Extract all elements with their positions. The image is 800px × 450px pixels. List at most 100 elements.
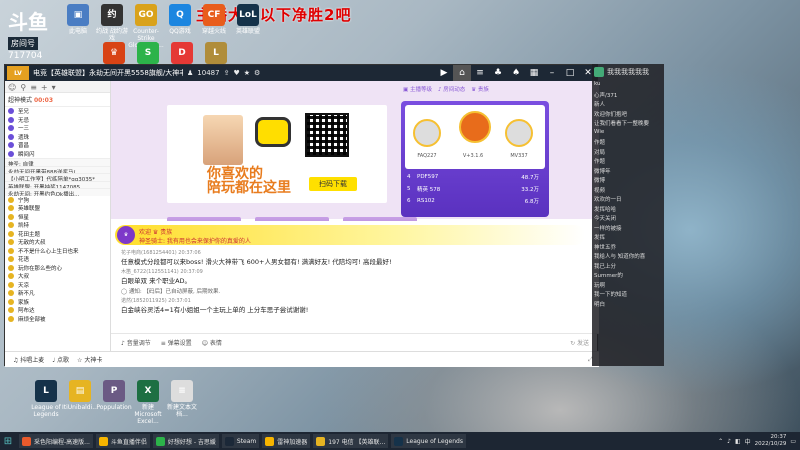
rank-row[interactable]: 4 PDF597 48.7万 [407, 171, 543, 183]
chat-tool-item[interactable]: ☺ 表情 [202, 338, 222, 347]
video-icon[interactable]: ▶ [435, 68, 453, 78]
desktop-icon[interactable]: L League of Legends [28, 380, 64, 418]
announcement-item[interactable]: 【小明工作室】代练陪单*qq3035* [5, 173, 110, 181]
notification-icon[interactable]: ▭ [790, 438, 796, 445]
desktop-icon[interactable]: X 新建 Microsoft Excel... [130, 380, 166, 425]
right-panel-line: 作题 [594, 159, 606, 165]
rank-value: 48.7万 [521, 175, 539, 181]
user-row[interactable]: 花语 [5, 255, 110, 264]
user-row[interactable]: 英雄联盟 [5, 204, 110, 213]
clock[interactable]: 20:37 2022/10/29 [755, 434, 787, 448]
taskbar-app[interactable]: 雷神加速器 [262, 434, 311, 448]
rank-row[interactable]: 6 RS102 6.8万 [407, 195, 543, 207]
promo-card[interactable]: 你喜欢的 陪玩都在这里 扫码下载 [167, 105, 387, 203]
ime-indicator[interactable]: 中 [745, 437, 751, 446]
share-icon[interactable]: ⇪ [224, 69, 230, 77]
rank-value: 6.8万 [524, 199, 539, 205]
user-row[interactable]: 家族 [5, 298, 110, 307]
minimize-icon[interactable]: – [543, 68, 561, 78]
desktop-icon[interactable]: 约约战 战约游戏 [94, 4, 130, 42]
user-row[interactable]: 凯特 [5, 221, 110, 230]
announcement-item[interactable]: 永劫无间: 开黑约色Ok播出... [5, 188, 110, 196]
banner-nav-item[interactable]: ▣ 主播等级 [403, 85, 432, 93]
rank-row[interactable]: 5 精英 578 33.2万 [407, 183, 543, 195]
bottom-bar-item[interactable]: ☆ 大神卡 [77, 355, 102, 364]
user-row[interactable]: 宁狗 [5, 196, 110, 205]
shirt-icon[interactable]: ♠ [507, 68, 525, 78]
vip-row[interactable]: 一三 [5, 124, 110, 133]
desktop-icon[interactable]: CF 穿越火线 [196, 4, 232, 35]
user-row[interactable]: 恒星 [5, 213, 110, 222]
desktop-icon[interactable]: L [198, 42, 234, 66]
send-button[interactable]: ↻ 发送 [570, 338, 589, 347]
desktop-icon[interactable]: Q QQ游戏 [162, 4, 198, 35]
rank-top3: FAQ227 V+3.1.6 MV337 [405, 105, 545, 169]
rank-badge-icon [8, 239, 14, 246]
desktop-icon[interactable]: ♛ [96, 42, 132, 66]
windows-start-icon[interactable]: ⊞ [0, 432, 16, 450]
taskbar-app[interactable]: 采色阳编程-高速版... [19, 434, 93, 448]
desktop-icon[interactable]: LoL 英雄联盟 [230, 4, 266, 35]
vip-row[interactable]: 瞬间闪 [5, 150, 110, 159]
announcement-item[interactable]: 永劫无间开黑带888送奖马( [5, 165, 110, 173]
stream-banner: 你喜欢的 陪玩都在这里 扫码下载 ▣ 主播等级 ♪ 房间动态 ♛ 贵族 FAQ227… [111, 81, 599, 235]
app-icon: D [171, 42, 193, 64]
user-row[interactable]: 新不凡 [5, 289, 110, 298]
user-row[interactable]: 麻烦全部被 [5, 315, 110, 324]
announcement-item[interactable]: 神圣: 自律 [5, 158, 110, 166]
user-row[interactable]: 大叔 [5, 272, 110, 281]
rank-avatar[interactable] [505, 119, 533, 147]
star-icon[interactable]: ★ [244, 69, 250, 77]
banner-nav-item[interactable]: ♛ 贵族 [471, 85, 489, 93]
list-icon[interactable]: ≡ [471, 68, 489, 78]
user-row[interactable]: 玩你在那么些的心 [5, 264, 110, 273]
taskbar-app[interactable]: 好想好想 - 吉思媛 [152, 434, 219, 448]
gamepad-icon[interactable]: ♣ [489, 68, 507, 78]
maximize-icon[interactable]: □ [561, 68, 579, 78]
taskbar-app[interactable]: 斗鱼直播伴侣 [95, 434, 150, 448]
chat-tool-item[interactable]: ≡ 弹幕设置 [161, 338, 192, 347]
vip-rows: 至兄 无忌 一三 遗珠 晋昌 瞬间闪 [5, 107, 110, 158]
vip-row[interactable]: 晋昌 [5, 141, 110, 150]
desktop-icon[interactable]: P Poppulation [96, 380, 132, 411]
taskbar-app[interactable]: League of Legends [391, 434, 466, 448]
settings-icon[interactable]: ⚙ [254, 69, 260, 77]
taskbar-app[interactable]: 197 电信 【英雄联... [313, 434, 389, 448]
desktop-icon[interactable]: D [164, 42, 200, 66]
network-icon[interactable]: ◧ [735, 438, 741, 445]
desktop-icon[interactable]: S [130, 42, 166, 66]
vip-row[interactable]: 至兄 [5, 107, 110, 116]
desktop-icon[interactable]: ≡ 新建文本文档... [164, 380, 200, 418]
home-icon[interactable]: ⌂ [453, 65, 471, 81]
add-icon[interactable]: + [41, 83, 48, 92]
vip-row[interactable]: 无忌 [5, 116, 110, 125]
rank-avatar[interactable] [413, 119, 441, 147]
user-row[interactable]: 天凉 [5, 281, 110, 290]
bottom-bar-item[interactable]: ♫ 抖唱上麦 [13, 355, 44, 364]
user-row[interactable]: 花田主题 [5, 230, 110, 239]
app-icon [594, 67, 604, 77]
desktop-icon[interactable]: ▣ 此电脑 [60, 4, 96, 35]
desktop-icon[interactable]: ▤ ItiUnibaldi... [62, 380, 98, 411]
vip-row[interactable]: 遗珠 [5, 133, 110, 142]
chevron-up-icon[interactable]: ⌃ [718, 438, 723, 445]
desktop-icon-label: QQ游戏 [169, 28, 191, 35]
user-icon[interactable]: ☺ [8, 83, 16, 92]
announcement-item[interactable]: 英雄联盟: 开黑抽奖1147085 [5, 180, 110, 188]
list-icon[interactable]: ≡ [30, 83, 37, 92]
right-panel-line: 明白 [594, 301, 606, 308]
banner-nav-item[interactable]: ♪ 房间动态 [438, 85, 465, 93]
location-icon[interactable]: ⚲ [20, 83, 26, 92]
rank-avatar[interactable] [459, 111, 491, 143]
download-button[interactable]: 扫码下载 [309, 177, 357, 191]
heart-icon[interactable]: ♥ [233, 69, 239, 77]
chat-tool-item[interactable]: ♪ 音量调节 [121, 338, 151, 347]
chevron-down-icon[interactable]: ▾ [52, 83, 56, 92]
user-row[interactable]: 阿布达 [5, 306, 110, 315]
grid-icon[interactable]: ▦ [525, 68, 543, 78]
bottom-bar-item[interactable]: ♩ 点歌 [52, 355, 69, 364]
taskbar-app[interactable]: Steam [221, 434, 260, 448]
user-row[interactable]: 无敌的大叔 [5, 238, 110, 247]
volume-icon[interactable]: ♪ [727, 438, 731, 445]
user-row[interactable]: 不不是什么心上生日也来 [5, 247, 110, 256]
